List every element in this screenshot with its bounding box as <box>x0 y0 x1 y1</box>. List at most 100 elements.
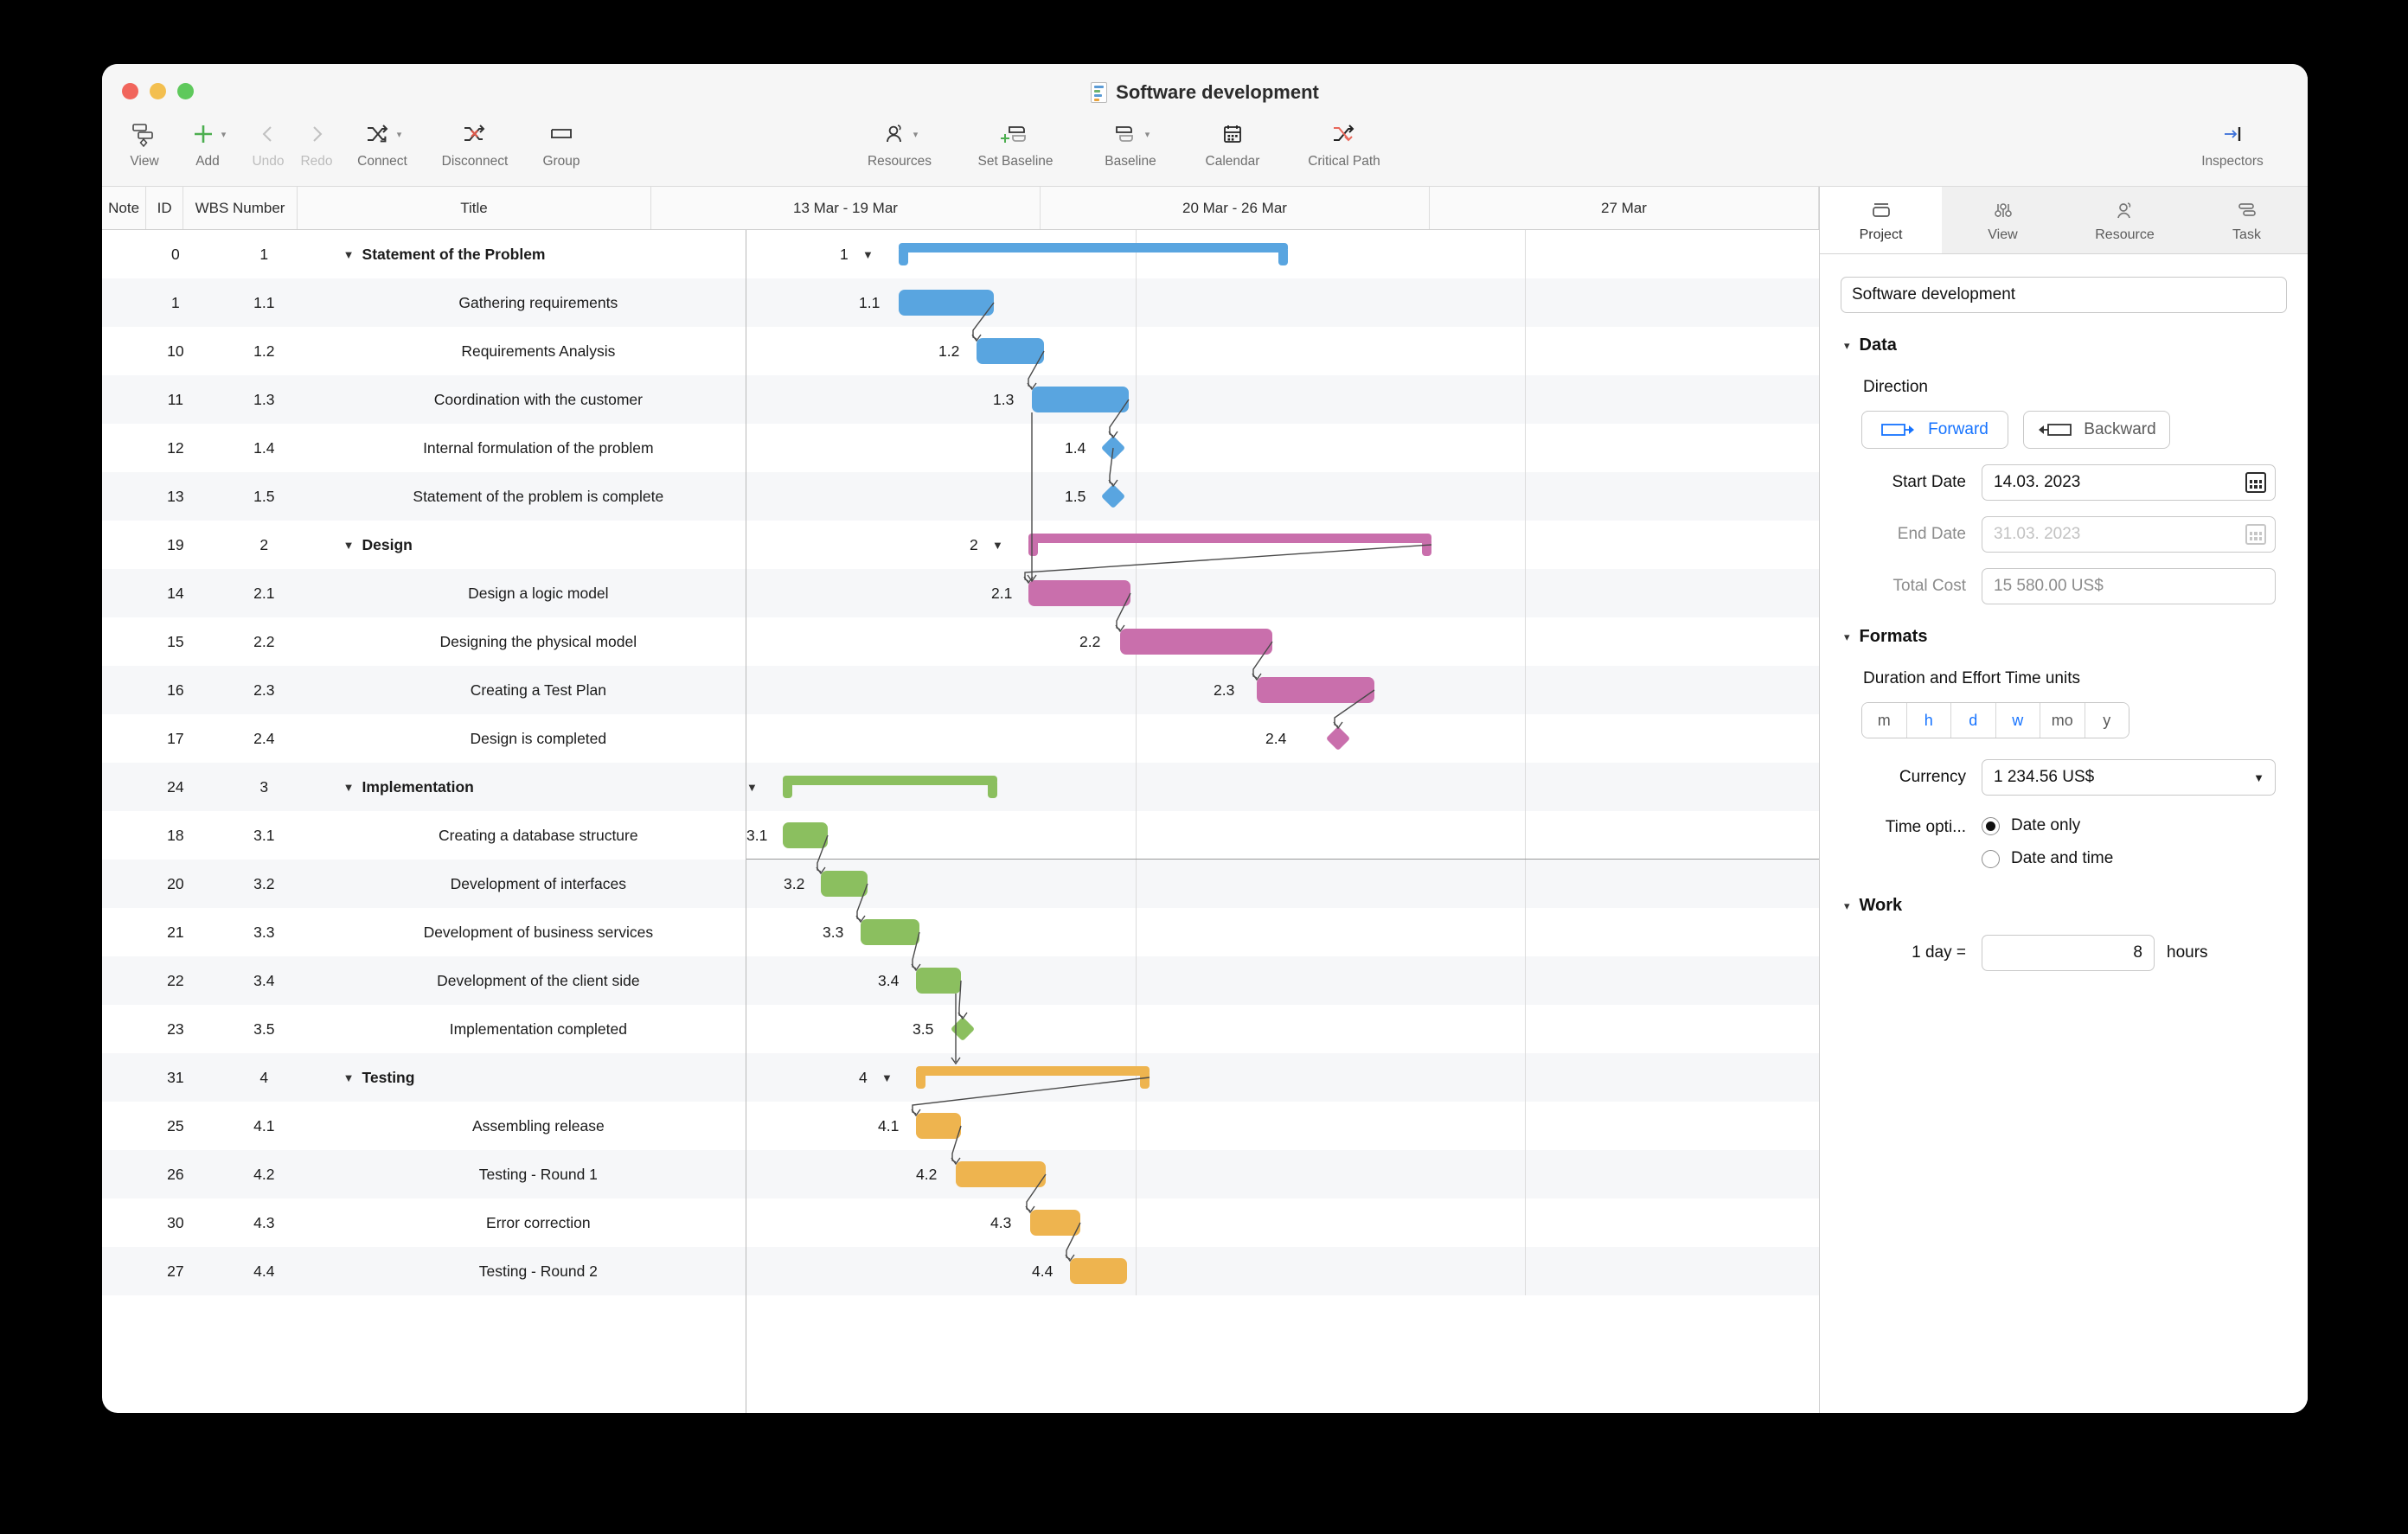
radio-unselected-icon[interactable] <box>1982 849 2000 868</box>
gantt-task-bar[interactable] <box>956 1161 1046 1187</box>
cell-wbs[interactable]: 3 <box>197 763 331 811</box>
table-row[interactable]: 23 3.5 Implementation completed <box>102 1005 746 1053</box>
direction-backward-button[interactable]: Backward <box>2023 411 2170 449</box>
gantt-row[interactable] <box>746 424 1819 472</box>
cell-note[interactable] <box>102 521 154 569</box>
gantt-chart[interactable]: 1 ▼ 1.1 1.2 1.3 1.4 1.5 2 ▼ 2.1 2.2 2.3 2.4 ▼ 3.1 3.2 3.… <box>746 230 1819 1413</box>
cell-title[interactable]: Development of interfaces <box>331 860 746 908</box>
tab-project[interactable]: Project <box>1820 187 1942 253</box>
table-row[interactable]: 21 3.3 Development of business services <box>102 908 746 956</box>
column-header-note[interactable]: Note <box>102 187 147 229</box>
cell-note[interactable] <box>102 811 154 860</box>
cell-note[interactable] <box>102 714 154 763</box>
chevron-down-icon[interactable]: ▼ <box>343 781 355 794</box>
section-data[interactable]: ▾ Data <box>1844 336 2287 355</box>
gantt-milestone-marker[interactable] <box>1100 431 1126 465</box>
cell-id[interactable]: 20 <box>154 860 197 908</box>
chevron-down-icon[interactable]: ▾ <box>1844 339 1850 353</box>
gantt-task-bar[interactable] <box>1070 1258 1127 1284</box>
tab-task[interactable]: Task <box>2186 187 2308 253</box>
view-button[interactable]: View <box>118 118 171 169</box>
cell-note[interactable] <box>102 278 154 327</box>
cell-id[interactable]: 0 <box>154 230 197 278</box>
cell-wbs[interactable]: 3.4 <box>197 956 331 1005</box>
cell-id[interactable]: 30 <box>154 1198 197 1247</box>
cell-title[interactable]: Testing - Round 2 <box>331 1247 746 1295</box>
cell-title[interactable]: Coordination with the customer <box>331 375 746 424</box>
table-row[interactable]: 19 2 ▼ Design <box>102 521 746 569</box>
cell-id[interactable]: 11 <box>154 375 197 424</box>
cell-wbs[interactable]: 1.3 <box>197 375 331 424</box>
gantt-task-bar[interactable] <box>1028 580 1130 606</box>
add-button[interactable]: ▾ Add <box>171 118 244 169</box>
cell-id[interactable]: 17 <box>154 714 197 763</box>
cell-note[interactable] <box>102 1150 154 1198</box>
chevron-down-icon[interactable]: ▼ <box>2253 771 2264 784</box>
gantt-row[interactable] <box>746 1102 1819 1150</box>
table-row[interactable]: 18 3.1 Creating a database structure <box>102 811 746 860</box>
cell-title[interactable]: Development of the client side <box>331 956 746 1005</box>
chevron-down-icon[interactable]: ▼ <box>746 781 758 794</box>
table-row[interactable]: 1 1.1 Gathering requirements <box>102 278 746 327</box>
gantt-summary-bar[interactable] <box>916 1066 1150 1089</box>
chevron-down-icon[interactable]: ▼ <box>343 539 355 552</box>
cell-wbs[interactable]: 1.4 <box>197 424 331 472</box>
calendar-button[interactable]: Calendar <box>1182 118 1284 169</box>
table-row[interactable]: 12 1.4 Internal formulation of the problem <box>102 424 746 472</box>
cell-title[interactable]: Design a logic model <box>331 569 746 617</box>
cell-title[interactable]: Gathering requirements <box>331 278 746 327</box>
table-row[interactable]: 0 1 ▼ Statement of the Problem <box>102 230 746 278</box>
cell-id[interactable]: 27 <box>154 1247 197 1295</box>
cell-note[interactable] <box>102 1247 154 1295</box>
time-unit-d[interactable]: d <box>1951 703 1996 738</box>
gantt-row[interactable] <box>746 811 1819 860</box>
cell-note[interactable] <box>102 327 154 375</box>
chevron-down-icon[interactable]: ▾ <box>221 129 227 140</box>
cell-wbs[interactable]: 3.1 <box>197 811 331 860</box>
cell-id[interactable]: 15 <box>154 617 197 666</box>
chevron-down-icon[interactable]: ▼ <box>343 1071 355 1084</box>
chevron-down-icon[interactable]: ▼ <box>343 248 355 261</box>
time-unit-mo[interactable]: mo <box>2040 703 2085 738</box>
gantt-row[interactable] <box>746 1053 1819 1102</box>
gantt-row[interactable] <box>746 956 1819 1005</box>
cell-id[interactable]: 26 <box>154 1150 197 1198</box>
cell-wbs[interactable]: 3.5 <box>197 1005 331 1053</box>
gantt-task-bar[interactable] <box>1120 629 1272 655</box>
time-unit-w[interactable]: w <box>1995 703 2040 738</box>
disconnect-button[interactable]: Disconnect <box>424 118 526 169</box>
cell-title[interactable]: Statement of the problem is complete <box>331 472 746 521</box>
table-row[interactable]: 25 4.1 Assembling release <box>102 1102 746 1150</box>
cell-note[interactable] <box>102 375 154 424</box>
gantt-task-bar[interactable] <box>1257 677 1374 703</box>
resources-button[interactable]: ▾ Resources <box>848 118 951 169</box>
section-work[interactable]: ▾ Work <box>1844 896 2287 916</box>
cell-title[interactable]: Requirements Analysis <box>331 327 746 375</box>
table-row[interactable]: 16 2.3 Creating a Test Plan <box>102 666 746 714</box>
time-unit-h[interactable]: h <box>1906 703 1951 738</box>
cell-note[interactable] <box>102 424 154 472</box>
gantt-summary-bar[interactable] <box>899 243 1288 265</box>
cell-wbs[interactable]: 3.2 <box>197 860 331 908</box>
cell-title[interactable]: ▼ Statement of the Problem <box>331 230 746 278</box>
gantt-row[interactable] <box>746 1005 1819 1053</box>
gantt-task-bar[interactable] <box>977 338 1044 364</box>
gantt-row[interactable] <box>746 472 1819 521</box>
gantt-row[interactable] <box>746 375 1819 424</box>
cell-wbs[interactable]: 2.2 <box>197 617 331 666</box>
cell-wbs[interactable]: 1.2 <box>197 327 331 375</box>
tab-resource[interactable]: Resource <box>2064 187 2186 253</box>
cell-wbs[interactable]: 4 <box>197 1053 331 1102</box>
chevron-down-icon[interactable]: ▾ <box>1145 129 1150 140</box>
cell-id[interactable]: 19 <box>154 521 197 569</box>
cell-title[interactable]: Assembling release <box>331 1102 746 1150</box>
set-baseline-button[interactable]: Set Baseline <box>951 118 1079 169</box>
cell-id[interactable]: 25 <box>154 1102 197 1150</box>
cell-wbs[interactable]: 4.3 <box>197 1198 331 1247</box>
gantt-row[interactable] <box>746 617 1819 666</box>
gantt-task-bar[interactable] <box>821 871 868 897</box>
table-row[interactable]: 20 3.2 Development of interfaces <box>102 860 746 908</box>
cell-note[interactable] <box>102 1102 154 1150</box>
cell-wbs[interactable]: 2.1 <box>197 569 331 617</box>
cell-wbs[interactable]: 1.5 <box>197 472 331 521</box>
